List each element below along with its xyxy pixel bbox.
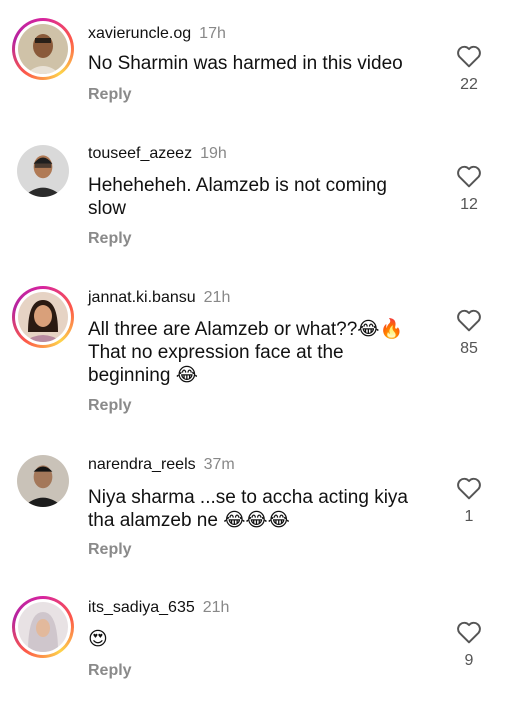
like-count: 85 [460,340,478,357]
reply-button[interactable]: Reply [88,86,132,104]
heart-outline-icon [457,45,481,68]
avatar[interactable] [12,18,74,80]
comment-meta: narendra_reels 37m [88,455,235,475]
like-button[interactable] [454,476,484,500]
like-count: 22 [460,76,478,93]
avatar[interactable] [12,596,74,658]
username[interactable]: narendra_reels [88,456,196,473]
avatar[interactable] [12,450,74,512]
comment-text: All three are Alamzeb or what??😂🔥 That n… [88,319,404,386]
comment-text: 😍 [88,629,108,650]
reply-button[interactable]: Reply [88,230,132,248]
profile-photo-avatar [18,292,68,342]
like-count: 12 [460,196,478,213]
timestamp: 21h [203,289,231,306]
profile-photo-avatar [18,24,68,74]
profile-photo-avatar [17,455,69,507]
heart-outline-icon [457,309,481,332]
comment-text: Niya sharma ...se to accha acting kiya t… [88,487,408,531]
like-button[interactable] [454,308,484,332]
username[interactable]: jannat.ki.bansu [88,289,196,306]
timestamp: 19h [200,145,227,162]
like-count: 9 [464,652,474,669]
comment-meta: xavieruncle.og 17h [88,24,226,44]
comment-meta: its_sadiya_635 21h [88,598,229,618]
reply-button[interactable]: Reply [88,397,132,415]
reply-button[interactable]: Reply [88,541,132,559]
avatar[interactable] [12,140,74,202]
like-count: 1 [464,508,474,525]
like-button[interactable] [454,620,484,644]
username[interactable]: xavieruncle.og [88,25,191,42]
timestamp: 17h [199,25,226,42]
username[interactable]: its_sadiya_635 [88,599,195,616]
heart-outline-icon [457,477,481,500]
comment-text: No Sharmin was harmed in this video [88,53,403,74]
comment-text: Heheheheh. Alamzeb is not coming slow [88,175,387,219]
avatar[interactable] [12,286,74,348]
heart-outline-icon [457,165,481,188]
username[interactable]: touseef_azeez [88,145,192,162]
profile-photo-avatar [18,602,68,652]
like-button[interactable] [454,164,484,188]
reply-button[interactable]: Reply [88,662,132,680]
comment-meta: touseef_azeez 19h [88,144,227,164]
heart-outline-icon [457,621,481,644]
comment-meta: jannat.ki.bansu 21h [88,288,230,308]
timestamp: 21h [202,599,230,616]
timestamp: 37m [203,456,235,473]
profile-photo-avatar [17,145,69,197]
like-button[interactable] [454,44,484,68]
